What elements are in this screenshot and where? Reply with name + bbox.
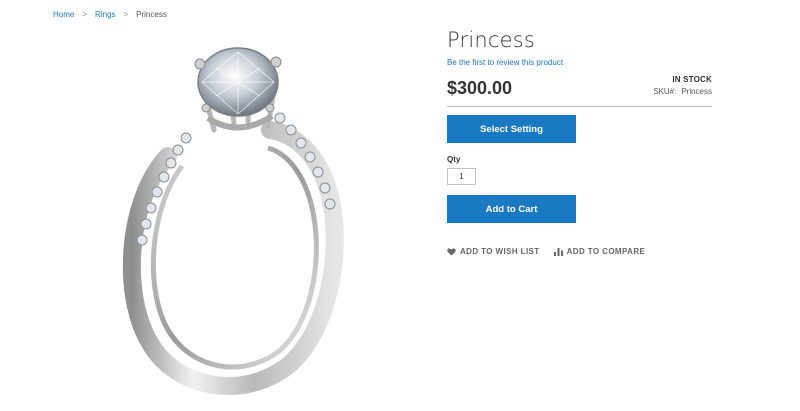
- heart-icon: [447, 247, 456, 256]
- qty-input[interactable]: [447, 168, 476, 185]
- product-info-panel: Princess Be the first to review this pro…: [447, 28, 712, 256]
- select-setting-button[interactable]: Select Setting: [447, 115, 576, 143]
- review-link[interactable]: Be the first to review this product: [447, 58, 563, 67]
- product-title: Princess: [447, 28, 536, 52]
- breadcrumb: Home > Rings > Princess: [53, 10, 167, 19]
- product-actions: ADD TO WISH LIST ADD TO COMPARE: [447, 247, 712, 256]
- product-price: $300.00: [447, 78, 513, 98]
- sku-value: Princess: [681, 87, 712, 96]
- breadcrumb-home-link[interactable]: Home: [53, 10, 74, 19]
- wish-list-label: ADD TO WISH LIST: [460, 247, 540, 256]
- add-to-wish-list-link[interactable]: ADD TO WISH LIST: [447, 247, 540, 256]
- breadcrumb-rings-link[interactable]: Rings: [95, 10, 115, 19]
- bar-chart-icon: [553, 247, 563, 256]
- sku: SKU#: Princess: [653, 87, 712, 96]
- sku-label: SKU#:: [653, 87, 677, 96]
- qty-label: Qty: [447, 155, 461, 164]
- product-image[interactable]: [110, 38, 370, 408]
- breadcrumb-separator: >: [123, 10, 129, 19]
- add-to-cart-button[interactable]: Add to Cart: [447, 195, 576, 223]
- breadcrumb-separator: >: [82, 10, 88, 19]
- add-to-compare-link[interactable]: ADD TO COMPARE: [553, 247, 646, 256]
- stock-status: IN STOCK: [672, 75, 712, 84]
- price-row: $300.00 IN STOCK SKU#: Princess: [447, 75, 712, 107]
- ring-image: [122, 47, 344, 395]
- stock-info: IN STOCK SKU#: Princess: [653, 75, 712, 96]
- compare-label: ADD TO COMPARE: [566, 247, 646, 256]
- breadcrumb-current: Princess: [136, 10, 167, 19]
